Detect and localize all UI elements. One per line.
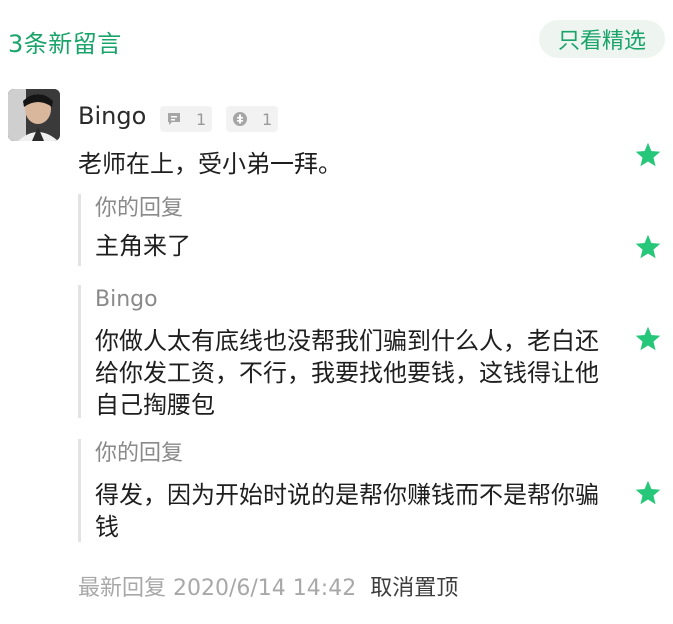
- reply-item: Bingo 你做人太有底线也没帮我们骗到什么人，老白还给你发工资，不行，我要找他…: [78, 285, 618, 419]
- avatar[interactable]: [8, 89, 60, 141]
- latest-reply-time: 最新回复 2020/6/14 14:42: [78, 576, 357, 601]
- star-icon[interactable]: [634, 479, 662, 507]
- star-icon[interactable]: [634, 233, 662, 261]
- reply-author: 你的回复: [95, 196, 184, 221]
- comment-username[interactable]: Bingo: [78, 102, 146, 130]
- reply-author: Bingo: [95, 287, 158, 312]
- reply-text: 主角来了: [95, 232, 191, 260]
- like-count: 1: [262, 109, 273, 129]
- reply-item: 你的回复 得发，因为开始时说的是帮你赚钱而不是帮你骗钱: [78, 439, 618, 542]
- new-messages-title: 3条新留言: [8, 30, 122, 58]
- comment-text: 老师在上，受小弟一拜。: [78, 150, 342, 178]
- comment-bubble-icon: [168, 113, 180, 125]
- reply-count: 1: [196, 109, 207, 129]
- reply-text: 你做人太有底线也没帮我们骗到什么人，老白还给你发工资，不行，我要找他要钱，这钱得…: [95, 327, 599, 419]
- reply-count-badge[interactable]: 1: [160, 106, 212, 132]
- like-icon: [233, 112, 247, 126]
- footer: 最新回复 2020/6/14 14:42 取消置顶: [78, 570, 458, 602]
- unpin-button[interactable]: 取消置顶: [370, 576, 458, 601]
- star-icon[interactable]: [634, 141, 662, 169]
- featured-only-button[interactable]: 只看精选: [539, 20, 665, 58]
- reply-author: 你的回复: [95, 441, 184, 466]
- like-count-badge[interactable]: 1: [226, 106, 278, 132]
- reply-text: 得发，因为开始时说的是帮你赚钱而不是帮你骗钱: [95, 481, 599, 541]
- star-icon[interactable]: [634, 325, 662, 353]
- reply-item: 你的回复 主角来了: [78, 194, 618, 266]
